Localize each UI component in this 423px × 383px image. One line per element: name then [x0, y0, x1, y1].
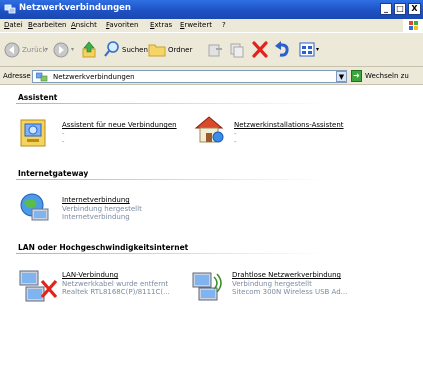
item-status: Netzwerkkabel wurde entfernt — [62, 280, 169, 288]
network-setup-wizard-icon — [194, 116, 224, 143]
menu-erweitert[interactable]: Erweitert — [180, 21, 212, 29]
group-header-lan: LAN oder Hochgeschwindigkeitsinternet — [18, 243, 189, 252]
views-dropdown-icon[interactable]: ▾ — [316, 46, 319, 53]
menu-favoriten[interactable]: Favoriten — [106, 21, 138, 29]
item-device: Realtek RTL8168C(P)/8111C(... — [62, 288, 170, 296]
menu-ansicht[interactable]: Ansicht — [71, 21, 97, 29]
group-divider — [16, 253, 326, 254]
item-network-setup-wizard[interactable]: Netzwerkinstallations-Assistent - - — [193, 113, 363, 149]
search-icon[interactable] — [104, 41, 120, 57]
item-status: Verbindung hergestellt — [232, 280, 312, 288]
item-name: LAN-Verbindung — [62, 271, 119, 279]
item-name: Netzwerkinstallations-Assistent — [234, 121, 344, 129]
item-device: - — [62, 138, 65, 146]
window-title: Netzwerkverbindungen — [19, 3, 131, 13]
copy-to-icon[interactable] — [229, 42, 245, 58]
go-button-label[interactable]: Wechseln zu — [365, 72, 409, 80]
item-wireless-connection[interactable]: Drahtlose Netzwerkverbindung Verbindung … — [190, 267, 370, 307]
views-icon[interactable] — [299, 42, 315, 57]
forward-arrow-icon[interactable] — [53, 42, 69, 58]
menu-bar: Datei Bearbeiten Ansicht Favoriten Extra… — [0, 19, 423, 32]
close-button[interactable]: X — [408, 3, 421, 15]
back-dropdown-icon[interactable]: ▾ — [45, 46, 48, 53]
wireless-connection-icon — [192, 272, 222, 301]
menu-bearbeiten[interactable]: Bearbeiten — [28, 21, 66, 29]
item-status: - — [62, 130, 65, 138]
menu-extras[interactable]: Extras — [150, 21, 172, 29]
network-connections-icon — [36, 72, 48, 82]
menu-datei[interactable]: Datei — [4, 21, 23, 29]
up-folder-icon[interactable] — [81, 41, 97, 59]
group-header-assistent: Assistent — [18, 93, 58, 102]
item-name: Drahtlose Netzwerkverbindung — [232, 271, 341, 279]
toolbar: Zurück ▾ ▾ Suchen Ordner ▾ — [0, 32, 423, 67]
windows-logo-icon — [403, 19, 423, 32]
search-button-label[interactable]: Suchen — [122, 46, 148, 54]
go-button[interactable]: ➜ — [351, 70, 362, 82]
address-label: Adresse — [3, 72, 31, 80]
group-header-internetgateway: Internetgateway — [18, 169, 89, 178]
group-divider — [16, 179, 326, 180]
title-bar[interactable]: Netzwerkverbindungen _ □ X — [0, 0, 423, 19]
address-value: Netzwerkverbindungen — [53, 73, 135, 81]
item-lan-connection[interactable]: LAN-Verbindung Netzwerkkabel wurde entfe… — [18, 267, 188, 307]
group-divider — [16, 103, 326, 104]
item-internet-connection[interactable]: Internetverbindung Verbindung hergestell… — [18, 191, 188, 227]
forward-dropdown-icon[interactable]: ▾ — [71, 46, 74, 53]
item-device: Internetverbindung — [62, 213, 130, 221]
item-device: Sitecom 300N Wireless USB Ad... — [232, 288, 348, 296]
delete-icon[interactable] — [252, 41, 268, 58]
folders-button-label[interactable]: Ordner — [168, 46, 192, 54]
lan-disconnected-icon — [19, 270, 58, 302]
maximize-button[interactable]: □ — [394, 3, 406, 15]
undo-icon[interactable] — [274, 41, 291, 58]
folders-icon[interactable] — [148, 42, 166, 57]
network-connections-icon — [4, 4, 16, 14]
item-name: Assistent für neue Verbindungen — [62, 121, 177, 129]
item-new-connection-wizard[interactable]: Assistent für neue Verbindungen - - — [18, 117, 188, 153]
item-name: Internetverbindung — [62, 196, 130, 204]
menu-help[interactable]: ? — [222, 21, 226, 29]
back-button-label[interactable]: Zurück — [22, 46, 46, 54]
item-status: - — [234, 130, 237, 138]
new-connection-wizard-icon — [20, 119, 46, 147]
minimize-button[interactable]: _ — [380, 3, 392, 15]
content-area: Assistent Assistent für neue Verbindunge… — [0, 85, 423, 383]
internet-connection-icon — [20, 193, 49, 221]
move-to-icon[interactable] — [207, 42, 223, 58]
item-device: - — [234, 138, 237, 146]
item-status: Verbindung hergestellt — [62, 205, 142, 213]
address-dropdown-button[interactable]: ▼ — [336, 71, 347, 82]
address-field[interactable]: Netzwerkverbindungen — [32, 70, 347, 83]
back-arrow-icon[interactable] — [4, 42, 20, 58]
address-bar: Adresse Netzwerkverbindungen ▼ ➜ Wechsel… — [0, 67, 423, 85]
